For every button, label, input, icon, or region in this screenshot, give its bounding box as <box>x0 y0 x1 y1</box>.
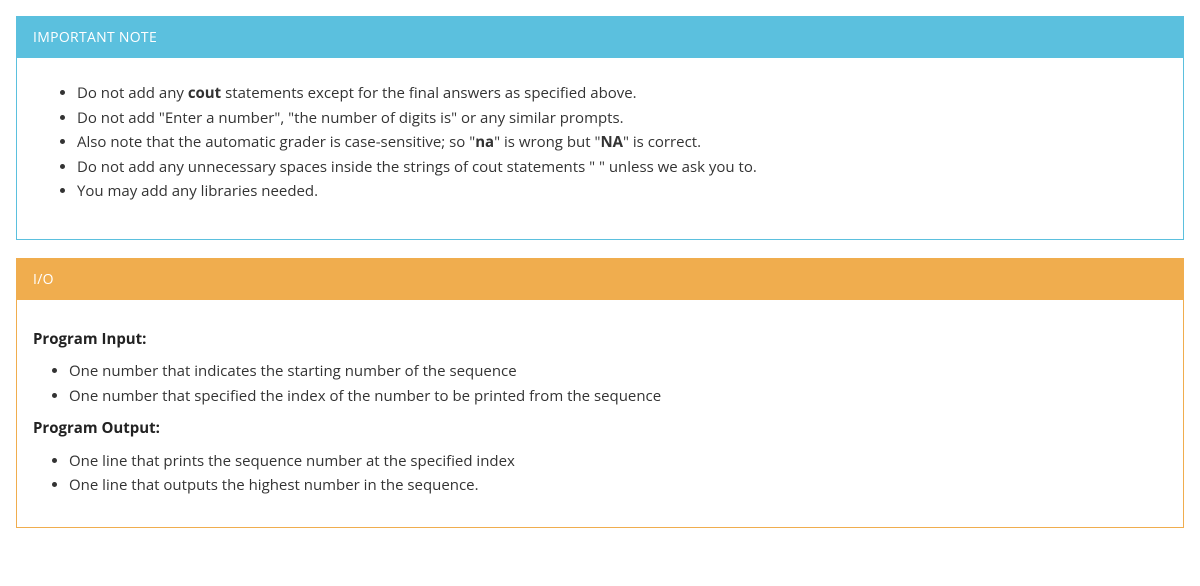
io-body: Program Input: One number that indicates… <box>17 300 1183 527</box>
important-note-body: Do not add any cout statements except fo… <box>17 58 1183 239</box>
io-header: I/O <box>17 259 1183 300</box>
important-note-panel: IMPORTANT NOTE Do not add any cout state… <box>16 16 1184 240</box>
list-item: Do not add any unnecessary spaces inside… <box>77 156 1159 179</box>
list-item: You may add any libraries needed. <box>77 180 1159 203</box>
list-item: Do not add any cout statements except fo… <box>77 82 1159 105</box>
program-input-heading: Program Input: <box>33 328 1167 351</box>
important-note-list: Do not add any cout statements except fo… <box>41 82 1159 203</box>
list-item: One line that prints the sequence number… <box>69 450 1167 473</box>
program-output-heading: Program Output: <box>33 417 1167 440</box>
list-item: One number that indicates the starting n… <box>69 360 1167 383</box>
important-note-header: IMPORTANT NOTE <box>17 17 1183 58</box>
list-item: Do not add "Enter a number", "the number… <box>77 107 1159 130</box>
program-output-list: One line that prints the sequence number… <box>33 450 1167 497</box>
list-item: Also note that the automatic grader is c… <box>77 131 1159 154</box>
list-item: One line that outputs the highest number… <box>69 474 1167 497</box>
io-panel: I/O Program Input: One number that indic… <box>16 258 1184 528</box>
list-item: One number that specified the index of t… <box>69 385 1167 408</box>
program-input-list: One number that indicates the starting n… <box>33 360 1167 407</box>
